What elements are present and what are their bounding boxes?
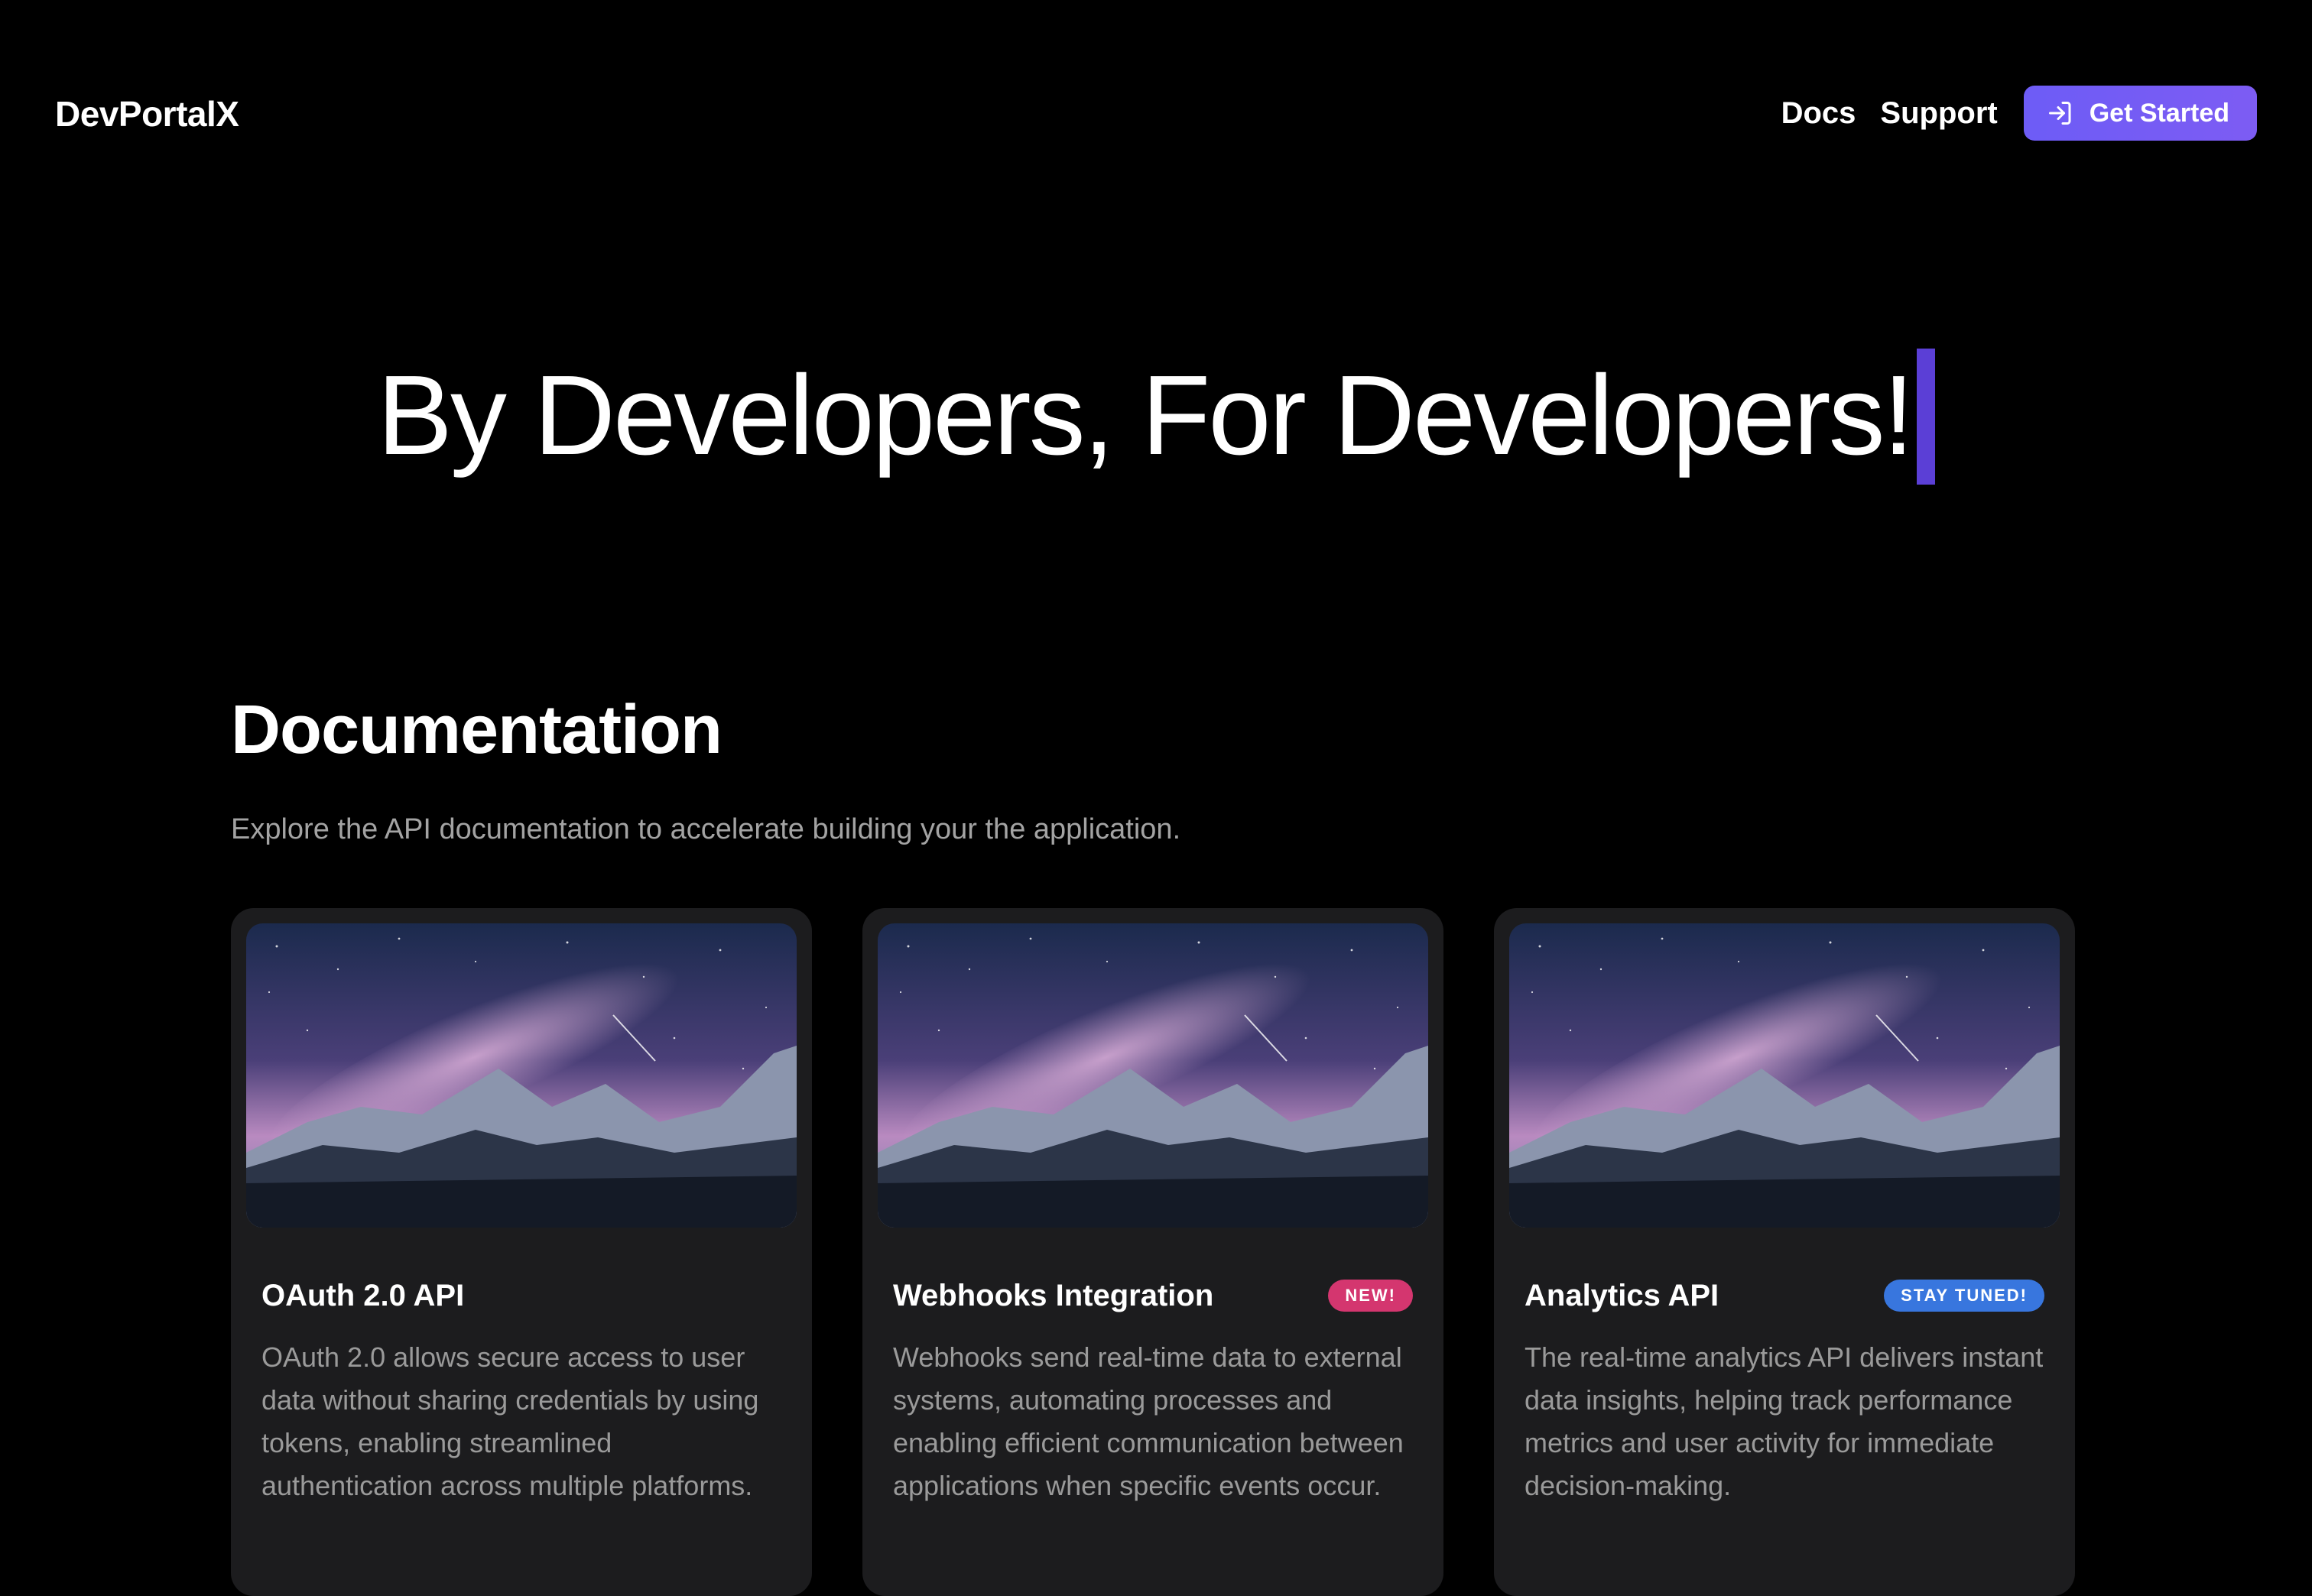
card-body: Analytics API STAY TUNED! The real-time …: [1509, 1228, 2060, 1507]
doc-card-webhooks[interactable]: Webhooks Integration NEW! Webhooks send …: [862, 908, 1443, 1596]
card-description: OAuth 2.0 allows secure access to user d…: [261, 1341, 759, 1501]
hero-title-text: By Developers, For Developers!: [377, 352, 1914, 478]
brand-logo[interactable]: DevPortalX: [55, 93, 239, 135]
hero-title: By Developers, For Developers!: [377, 349, 1935, 485]
card-body: Webhooks Integration NEW! Webhooks send …: [878, 1228, 1428, 1507]
card-title: OAuth 2.0 API: [261, 1278, 465, 1312]
card-description: The real-time analytics API delivers ins…: [1525, 1341, 2044, 1501]
nav-link-support[interactable]: Support: [1880, 96, 1997, 131]
status-badge-new: NEW!: [1328, 1280, 1413, 1312]
documentation-section: Documentation Explore the API documentat…: [231, 696, 2081, 846]
card-header: OAuth 2.0 API: [261, 1275, 781, 1316]
documentation-title: Documentation: [231, 692, 722, 768]
documentation-subtitle: Explore the API documentation to acceler…: [231, 813, 1181, 845]
typing-caret: [1916, 349, 1935, 485]
nav-link-docs[interactable]: Docs: [1781, 96, 1856, 131]
status-badge-stay-tuned: STAY TUNED!: [1884, 1280, 2044, 1312]
card-description: Webhooks send real-time data to external…: [893, 1341, 1404, 1501]
card-body: OAuth 2.0 API OAuth 2.0 allows secure ac…: [246, 1228, 797, 1507]
card-header: Webhooks Integration NEW!: [893, 1275, 1413, 1316]
sign-in-icon: [2048, 102, 2071, 125]
card-image-mountain-night: [246, 923, 797, 1228]
doc-cards: OAuth 2.0 API OAuth 2.0 allows secure ac…: [231, 908, 2075, 1596]
card-header: Analytics API STAY TUNED!: [1525, 1275, 2044, 1316]
nav-links: Docs Support Get Started: [1781, 86, 2257, 141]
card-title: Webhooks Integration: [893, 1278, 1214, 1312]
card-image-mountain-night: [878, 923, 1428, 1228]
top-nav: DevPortalX Docs Support Get Started: [0, 0, 2312, 229]
doc-card-oauth[interactable]: OAuth 2.0 API OAuth 2.0 allows secure ac…: [231, 908, 812, 1596]
get-started-button[interactable]: Get Started: [2023, 86, 2257, 141]
card-title: Analytics API: [1525, 1278, 1719, 1312]
get-started-label: Get Started: [2089, 98, 2229, 128]
hero: By Developers, For Developers!: [0, 349, 2312, 485]
doc-card-analytics[interactable]: Analytics API STAY TUNED! The real-time …: [1494, 908, 2075, 1596]
card-image-mountain-night: [1509, 923, 2060, 1228]
